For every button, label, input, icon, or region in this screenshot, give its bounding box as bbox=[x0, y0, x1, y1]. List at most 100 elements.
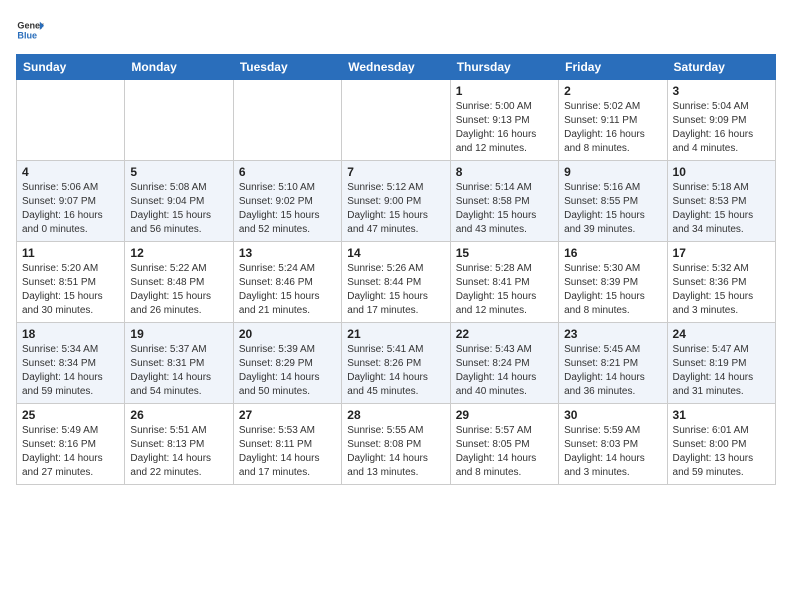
weekday-header-tuesday: Tuesday bbox=[233, 55, 341, 80]
calendar-cell: 12 Sunrise: 5:22 AM Sunset: 8:48 PM Dayli… bbox=[125, 242, 233, 323]
weekday-header-friday: Friday bbox=[559, 55, 667, 80]
calendar-cell: 10 Sunrise: 5:18 AM Sunset: 8:53 PM Dayli… bbox=[667, 161, 775, 242]
day-number: 24 bbox=[673, 327, 770, 341]
day-info: Sunrise: 5:22 AM Sunset: 8:48 PM Dayligh… bbox=[130, 262, 227, 318]
weekday-header-saturday: Saturday bbox=[667, 55, 775, 80]
day-info: Sunrise: 5:30 AM Sunset: 8:39 PM Dayligh… bbox=[564, 262, 661, 318]
logo: General Blue bbox=[16, 16, 44, 44]
calendar-cell bbox=[125, 80, 233, 161]
calendar-cell: 15 Sunrise: 5:28 AM Sunset: 8:41 PM Dayli… bbox=[450, 242, 558, 323]
calendar-cell: 3 Sunrise: 5:04 AM Sunset: 9:09 PM Daylig… bbox=[667, 80, 775, 161]
day-number: 26 bbox=[130, 408, 227, 422]
day-number: 19 bbox=[130, 327, 227, 341]
day-number: 11 bbox=[22, 246, 119, 260]
calendar-week-1: 1 Sunrise: 5:00 AM Sunset: 9:13 PM Daylig… bbox=[17, 80, 776, 161]
day-number: 9 bbox=[564, 165, 661, 179]
weekday-header-wednesday: Wednesday bbox=[342, 55, 450, 80]
calendar-cell: 17 Sunrise: 5:32 AM Sunset: 8:36 PM Dayli… bbox=[667, 242, 775, 323]
calendar-week-5: 25Sunrise: 5:49 AM Sunset: 8:16 PM Dayli… bbox=[17, 404, 776, 485]
calendar-week-2: 4 Sunrise: 5:06 AM Sunset: 9:07 PM Daylig… bbox=[17, 161, 776, 242]
calendar-cell: 2 Sunrise: 5:02 AM Sunset: 9:11 PM Daylig… bbox=[559, 80, 667, 161]
day-info: Sunrise: 5:59 AM Sunset: 8:03 PM Dayligh… bbox=[564, 424, 661, 480]
calendar-week-4: 18Sunrise: 5:34 AM Sunset: 8:34 PM Dayli… bbox=[17, 323, 776, 404]
svg-text:Blue: Blue bbox=[17, 30, 37, 40]
calendar-cell: 29Sunrise: 5:57 AM Sunset: 8:05 PM Dayli… bbox=[450, 404, 558, 485]
day-number: 4 bbox=[22, 165, 119, 179]
day-info: Sunrise: 6:01 AM Sunset: 8:00 PM Dayligh… bbox=[673, 424, 770, 480]
calendar-cell: 27 Sunrise: 5:53 AM Sunset: 8:11 PM Dayli… bbox=[233, 404, 341, 485]
day-info: Sunrise: 5:45 AM Sunset: 8:21 PM Dayligh… bbox=[564, 343, 661, 399]
weekday-header-sunday: Sunday bbox=[17, 55, 125, 80]
calendar-cell: 26 Sunrise: 5:51 AM Sunset: 8:13 PM Dayli… bbox=[125, 404, 233, 485]
day-number: 20 bbox=[239, 327, 336, 341]
day-number: 28 bbox=[347, 408, 444, 422]
day-number: 1 bbox=[456, 84, 553, 98]
calendar-cell: 31 Sunrise: 6:01 AM Sunset: 8:00 PM Dayli… bbox=[667, 404, 775, 485]
day-info: Sunrise: 5:43 AM Sunset: 8:24 PM Dayligh… bbox=[456, 343, 553, 399]
day-number: 2 bbox=[564, 84, 661, 98]
day-info: Sunrise: 5:32 AM Sunset: 8:36 PM Dayligh… bbox=[673, 262, 770, 318]
calendar-cell: 25Sunrise: 5:49 AM Sunset: 8:16 PM Dayli… bbox=[17, 404, 125, 485]
weekday-header-row: SundayMondayTuesdayWednesdayThursdayFrid… bbox=[17, 55, 776, 80]
calendar-cell: 21 Sunrise: 5:41 AM Sunset: 8:26 PM Dayli… bbox=[342, 323, 450, 404]
calendar-cell: 30Sunrise: 5:59 AM Sunset: 8:03 PM Dayli… bbox=[559, 404, 667, 485]
day-number: 10 bbox=[673, 165, 770, 179]
day-info: Sunrise: 5:12 AM Sunset: 9:00 PM Dayligh… bbox=[347, 181, 444, 237]
calendar-week-3: 11 Sunrise: 5:20 AM Sunset: 8:51 PM Dayli… bbox=[17, 242, 776, 323]
calendar-cell: 19 Sunrise: 5:37 AM Sunset: 8:31 PM Dayli… bbox=[125, 323, 233, 404]
calendar-cell: 20 Sunrise: 5:39 AM Sunset: 8:29 PM Dayli… bbox=[233, 323, 341, 404]
day-number: 13 bbox=[239, 246, 336, 260]
day-number: 16 bbox=[564, 246, 661, 260]
day-number: 3 bbox=[673, 84, 770, 98]
calendar-cell: 24 Sunrise: 5:47 AM Sunset: 8:19 PM Dayli… bbox=[667, 323, 775, 404]
day-info: Sunrise: 5:14 AM Sunset: 8:58 PM Dayligh… bbox=[456, 181, 553, 237]
calendar-table: SundayMondayTuesdayWednesdayThursdayFrid… bbox=[16, 54, 776, 485]
day-number: 27 bbox=[239, 408, 336, 422]
calendar-cell bbox=[342, 80, 450, 161]
day-info: Sunrise: 5:28 AM Sunset: 8:41 PM Dayligh… bbox=[456, 262, 553, 318]
day-number: 18 bbox=[22, 327, 119, 341]
day-number: 12 bbox=[130, 246, 227, 260]
day-number: 15 bbox=[456, 246, 553, 260]
day-number: 17 bbox=[673, 246, 770, 260]
calendar-cell: 1 Sunrise: 5:00 AM Sunset: 9:13 PM Daylig… bbox=[450, 80, 558, 161]
day-info: Sunrise: 5:55 AM Sunset: 8:08 PM Dayligh… bbox=[347, 424, 444, 480]
day-info: Sunrise: 5:04 AM Sunset: 9:09 PM Dayligh… bbox=[673, 100, 770, 156]
calendar-cell bbox=[17, 80, 125, 161]
day-info: Sunrise: 5:41 AM Sunset: 8:26 PM Dayligh… bbox=[347, 343, 444, 399]
calendar-cell: 13 Sunrise: 5:24 AM Sunset: 8:46 PM Dayli… bbox=[233, 242, 341, 323]
day-info: Sunrise: 5:00 AM Sunset: 9:13 PM Dayligh… bbox=[456, 100, 553, 156]
calendar-cell: 9Sunrise: 5:16 AM Sunset: 8:55 PM Daylig… bbox=[559, 161, 667, 242]
calendar-cell: 5 Sunrise: 5:08 AM Sunset: 9:04 PM Daylig… bbox=[125, 161, 233, 242]
day-info: Sunrise: 5:02 AM Sunset: 9:11 PM Dayligh… bbox=[564, 100, 661, 156]
day-info: Sunrise: 5:24 AM Sunset: 8:46 PM Dayligh… bbox=[239, 262, 336, 318]
day-number: 5 bbox=[130, 165, 227, 179]
day-info: Sunrise: 5:37 AM Sunset: 8:31 PM Dayligh… bbox=[130, 343, 227, 399]
day-number: 21 bbox=[347, 327, 444, 341]
day-info: Sunrise: 5:10 AM Sunset: 9:02 PM Dayligh… bbox=[239, 181, 336, 237]
day-number: 6 bbox=[239, 165, 336, 179]
day-info: Sunrise: 5:39 AM Sunset: 8:29 PM Dayligh… bbox=[239, 343, 336, 399]
day-info: Sunrise: 5:08 AM Sunset: 9:04 PM Dayligh… bbox=[130, 181, 227, 237]
weekday-header-thursday: Thursday bbox=[450, 55, 558, 80]
calendar-cell: 16 Sunrise: 5:30 AM Sunset: 8:39 PM Dayli… bbox=[559, 242, 667, 323]
calendar-cell: 18Sunrise: 5:34 AM Sunset: 8:34 PM Dayli… bbox=[17, 323, 125, 404]
calendar-cell: 22Sunrise: 5:43 AM Sunset: 8:24 PM Dayli… bbox=[450, 323, 558, 404]
calendar-cell: 14 Sunrise: 5:26 AM Sunset: 8:44 PM Dayli… bbox=[342, 242, 450, 323]
day-info: Sunrise: 5:53 AM Sunset: 8:11 PM Dayligh… bbox=[239, 424, 336, 480]
logo-icon: General Blue bbox=[16, 16, 44, 44]
day-number: 31 bbox=[673, 408, 770, 422]
day-info: Sunrise: 5:47 AM Sunset: 8:19 PM Dayligh… bbox=[673, 343, 770, 399]
calendar-cell bbox=[233, 80, 341, 161]
day-number: 14 bbox=[347, 246, 444, 260]
day-info: Sunrise: 5:06 AM Sunset: 9:07 PM Dayligh… bbox=[22, 181, 119, 237]
day-number: 23 bbox=[564, 327, 661, 341]
day-info: Sunrise: 5:20 AM Sunset: 8:51 PM Dayligh… bbox=[22, 262, 119, 318]
day-info: Sunrise: 5:49 AM Sunset: 8:16 PM Dayligh… bbox=[22, 424, 119, 480]
day-info: Sunrise: 5:57 AM Sunset: 8:05 PM Dayligh… bbox=[456, 424, 553, 480]
day-info: Sunrise: 5:18 AM Sunset: 8:53 PM Dayligh… bbox=[673, 181, 770, 237]
day-info: Sunrise: 5:26 AM Sunset: 8:44 PM Dayligh… bbox=[347, 262, 444, 318]
calendar-cell: 4 Sunrise: 5:06 AM Sunset: 9:07 PM Daylig… bbox=[17, 161, 125, 242]
calendar-cell: 7Sunrise: 5:12 AM Sunset: 9:00 PM Daylig… bbox=[342, 161, 450, 242]
day-info: Sunrise: 5:51 AM Sunset: 8:13 PM Dayligh… bbox=[130, 424, 227, 480]
